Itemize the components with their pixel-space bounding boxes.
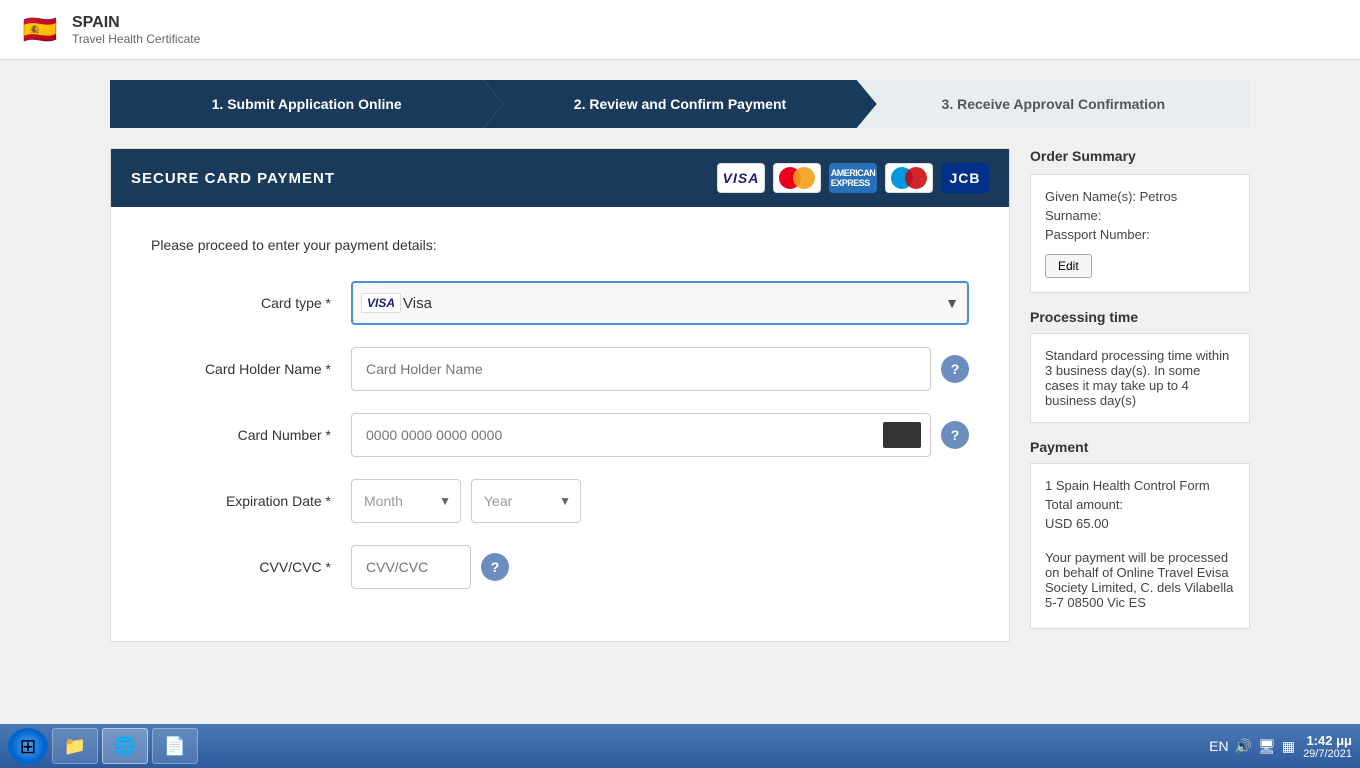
card-type-label: Card type * xyxy=(151,295,351,311)
visa-mini-icon: VISA xyxy=(361,293,401,313)
country-flag: 🇪🇸 xyxy=(20,10,60,50)
system-tray: EN 🔊 🖥 ▦ xyxy=(1209,738,1295,755)
year-select-wrap: Year 202120222023 202420252026 ▼ xyxy=(471,479,581,523)
country-name: SPAIN xyxy=(72,14,200,32)
network-icon: 🖥 xyxy=(1258,738,1276,755)
proceed-text: Please proceed to enter your payment det… xyxy=(151,237,969,253)
expiry-selects: Month 010203 040506 070809 101112 ▼ Year xyxy=(351,479,581,523)
order-summary-title: Order Summary xyxy=(1030,148,1250,164)
card-holder-help-icon[interactable]: ? xyxy=(941,355,969,383)
card-number-help-icon[interactable]: ? xyxy=(941,421,969,449)
cvv-label: CVV/CVC * xyxy=(151,559,351,575)
step-3-label: 3. Receive Approval Confirmation xyxy=(942,96,1166,112)
card-holder-wrap: ? xyxy=(351,347,969,391)
header: 🇪🇸 SPAIN Travel Health Certificate xyxy=(0,0,1360,60)
card-type-select-wrap: VISA Visa Mastercard American Express ▼ xyxy=(351,281,969,325)
card-number-label: Card Number * xyxy=(151,427,351,443)
card-type-row: Card type * VISA Visa Mastercard America… xyxy=(151,281,969,325)
step-3[interactable]: 3. Receive Approval Confirmation xyxy=(857,80,1250,128)
volume-icon: 🔊 xyxy=(1235,738,1252,755)
month-select-wrap: Month 010203 040506 070809 101112 ▼ xyxy=(351,479,461,523)
processing-text: Standard processing time within 3 busine… xyxy=(1045,348,1235,408)
step-1[interactable]: 1. Submit Application Online xyxy=(110,80,503,128)
payment-title: SECURE CARD PAYMENT xyxy=(131,170,335,187)
processing-box: Standard processing time within 3 busine… xyxy=(1030,333,1250,423)
taskbar-pdf[interactable]: 📄 xyxy=(152,728,198,764)
passport-number: Passport Number: xyxy=(1045,227,1235,242)
order-summary: Order Summary Given Name(s): Petros Surn… xyxy=(1030,148,1250,642)
card-holder-input[interactable] xyxy=(351,347,931,391)
surname: Surname: xyxy=(1045,208,1235,223)
cvv-wrap: ? xyxy=(351,545,969,589)
month-select[interactable]: Month 010203 040506 070809 101112 xyxy=(351,479,461,523)
clock-time: 1:42 μμ xyxy=(1303,733,1352,748)
card-holder-label: Card Holder Name * xyxy=(151,361,351,377)
card-number-input[interactable] xyxy=(351,413,931,457)
step-2[interactable]: 2. Review and Confirm Payment xyxy=(483,80,876,128)
visa-logo: VISA xyxy=(717,163,765,193)
payment-summary-title: Payment xyxy=(1030,439,1250,455)
start-button[interactable]: ⊞ xyxy=(8,728,48,764)
card-number-row: Card Number * ? xyxy=(151,413,969,457)
language-indicator: EN xyxy=(1209,738,1228,754)
card-number-wrap: ? xyxy=(351,413,969,457)
step-2-label: 2. Review and Confirm Payment xyxy=(574,96,786,112)
payment-section: SECURE CARD PAYMENT VISA AMERICANEXPRESS xyxy=(110,148,1010,642)
step-1-label: 1. Submit Application Online xyxy=(212,96,402,112)
jcb-logo: JCB xyxy=(941,163,989,193)
taskbar-file-manager[interactable]: 📁 xyxy=(52,728,98,764)
expiration-wrap: Month 010203 040506 070809 101112 ▼ Year xyxy=(351,479,969,523)
header-text: SPAIN Travel Health Certificate xyxy=(72,14,200,46)
expiration-label: Expiration Date * xyxy=(151,493,351,509)
total-label: Total amount: xyxy=(1045,497,1235,512)
expiration-row: Expiration Date * Month 010203 040506 07… xyxy=(151,479,969,523)
header-subtitle: Travel Health Certificate xyxy=(72,32,200,46)
total-value: USD 65.00 xyxy=(1045,516,1235,531)
steps-bar: 1. Submit Application Online 2. Review a… xyxy=(110,80,1250,128)
chrome-icon: 🌐 xyxy=(113,734,137,758)
payment-item: 1 Spain Health Control Form xyxy=(1045,478,1235,493)
processing-title: Processing time xyxy=(1030,309,1250,325)
payment-body: Please proceed to enter your payment det… xyxy=(111,207,1009,641)
clock-date: 29/7/2021 xyxy=(1303,748,1352,760)
display-icon: ▦ xyxy=(1282,738,1295,755)
maestro-logo xyxy=(885,163,933,193)
payment-note: Your payment will be processed on behalf… xyxy=(1045,550,1235,610)
card-holder-row: Card Holder Name * ? xyxy=(151,347,969,391)
pdf-icon: 📄 xyxy=(163,734,187,758)
taskbar: ⊞ 📁 🌐 📄 EN 🔊 🖥 ▦ 1:42 μμ 29/7/2021 xyxy=(0,724,1360,768)
payment-header: SECURE CARD PAYMENT VISA AMERICANEXPRESS xyxy=(111,149,1009,207)
card-type-select[interactable]: Visa Mastercard American Express xyxy=(351,281,969,325)
given-names: Given Name(s): Petros xyxy=(1045,189,1235,204)
card-logos: VISA AMERICANEXPRESS xyxy=(717,163,989,193)
year-select[interactable]: Year 202120222023 202420252026 xyxy=(471,479,581,523)
amex-logo: AMERICANEXPRESS xyxy=(829,163,877,193)
payment-summary-box: 1 Spain Health Control Form Total amount… xyxy=(1030,463,1250,629)
card-number-brand-icon xyxy=(883,422,921,448)
card-number-field-wrap xyxy=(351,413,931,457)
cvv-input[interactable] xyxy=(351,545,471,589)
main-container: SECURE CARD PAYMENT VISA AMERICANEXPRESS xyxy=(110,148,1250,662)
taskbar-chrome[interactable]: 🌐 xyxy=(102,728,148,764)
file-manager-icon: 📁 xyxy=(63,734,87,758)
mastercard-logo xyxy=(773,163,821,193)
taskbar-right: EN 🔊 🖥 ▦ 1:42 μμ 29/7/2021 xyxy=(1209,733,1352,760)
card-type-wrap: VISA Visa Mastercard American Express ▼ xyxy=(351,281,969,325)
order-summary-box: Given Name(s): Petros Surname: Passport … xyxy=(1030,174,1250,293)
cvv-row: CVV/CVC * ? xyxy=(151,545,969,589)
cvv-help-icon[interactable]: ? xyxy=(481,553,509,581)
edit-button[interactable]: Edit xyxy=(1045,254,1092,278)
taskbar-clock: 1:42 μμ 29/7/2021 xyxy=(1303,733,1352,760)
